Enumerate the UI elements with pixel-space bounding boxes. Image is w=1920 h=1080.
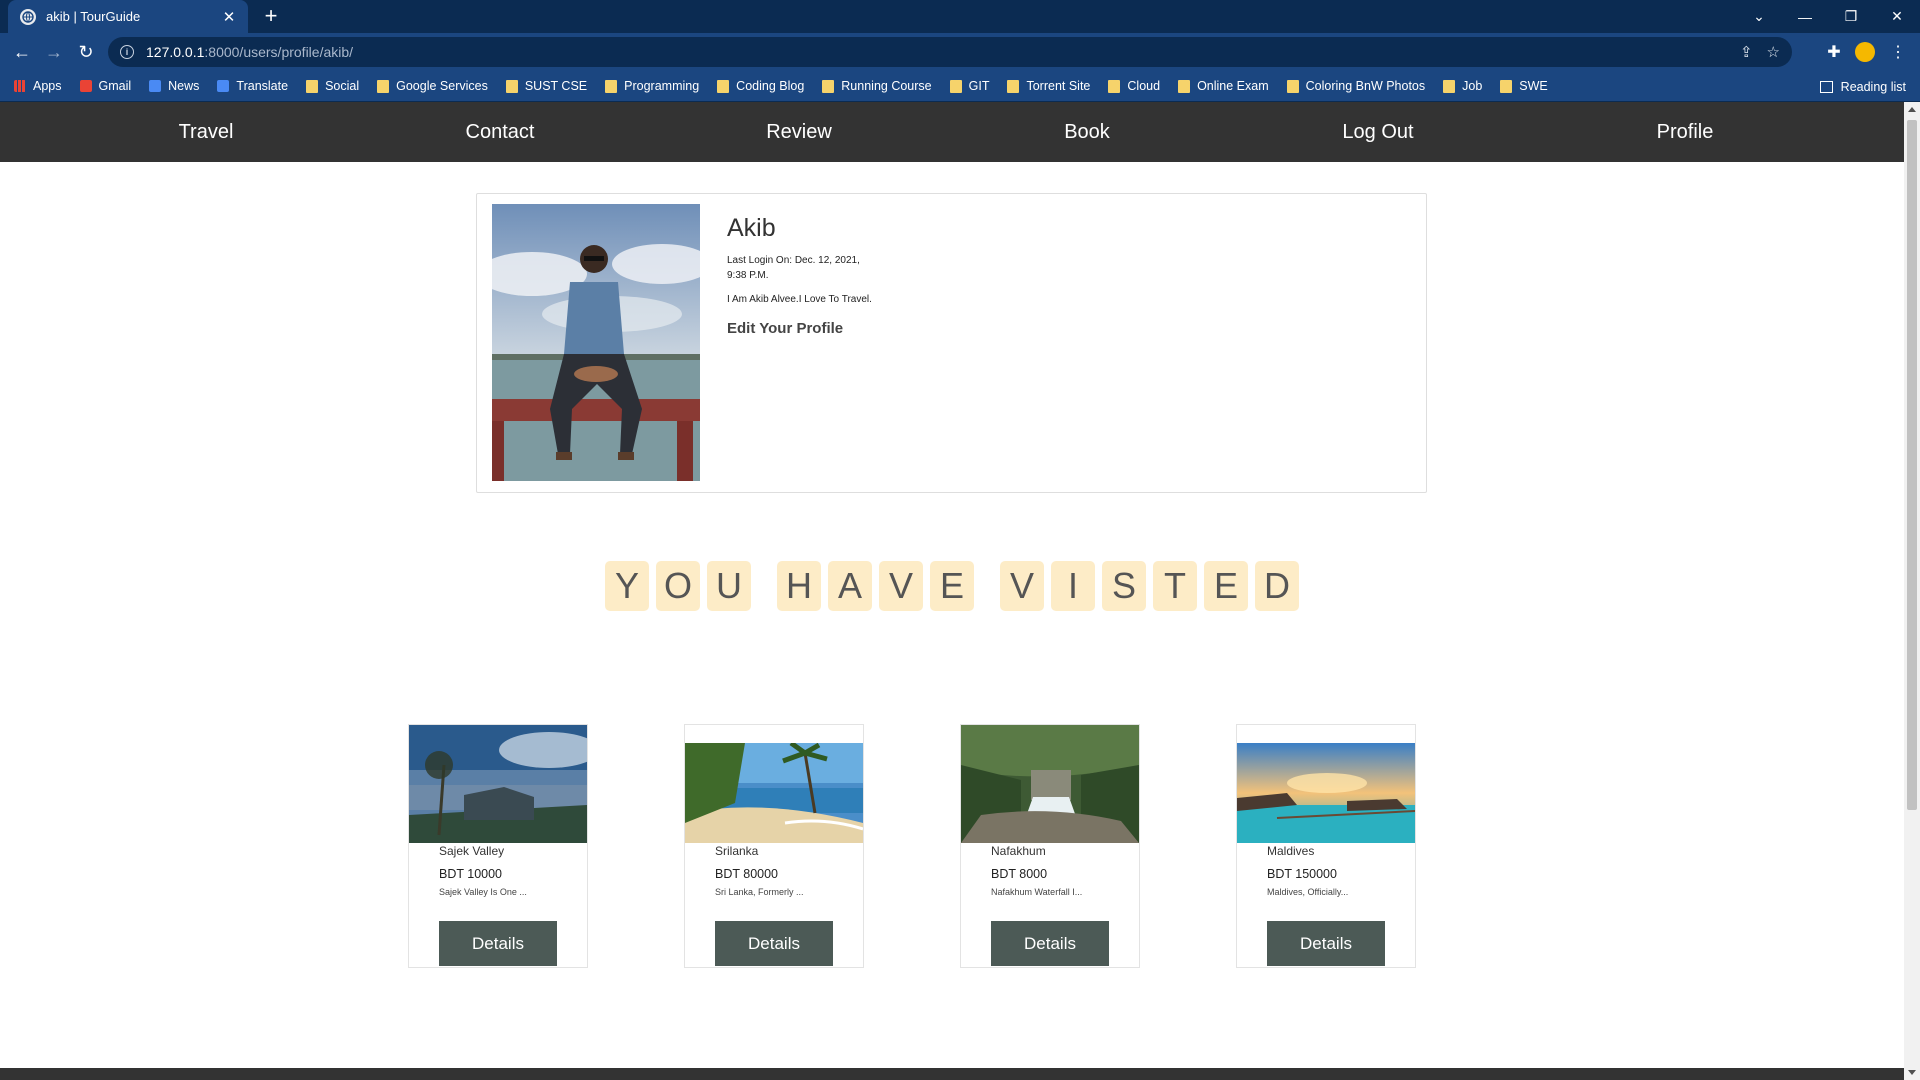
folder-icon	[1108, 79, 1121, 93]
details-button[interactable]: Details	[991, 921, 1109, 966]
visited-destinations: Sajek Valley BDT 10000 Sajek Valley Is O…	[0, 102, 1904, 1080]
chrome-menu-icon[interactable]: ⋮	[1886, 40, 1910, 64]
folder-icon	[1443, 79, 1456, 93]
apps-grid-icon	[14, 80, 26, 92]
bookmark-swe[interactable]: SWE	[1500, 79, 1548, 93]
browser-tabstrip: akib | TourGuide ✕ + ⌄ — ❐ ✕	[0, 0, 1920, 33]
new-tab-button[interactable]: +	[258, 4, 284, 30]
bookmark-online-exam[interactable]: Online Exam	[1178, 79, 1269, 93]
bookmark-coding-blog[interactable]: Coding Blog	[717, 79, 804, 93]
news-icon	[149, 80, 162, 92]
folder-icon	[1007, 79, 1020, 93]
bookmark-sust-cse[interactable]: SUST CSE	[505, 79, 587, 93]
reading-list-button[interactable]: Reading list	[1819, 71, 1906, 102]
destination-photo	[409, 725, 587, 843]
folder-icon	[1286, 79, 1299, 93]
details-button[interactable]: Details	[715, 921, 833, 966]
bookmark-translate[interactable]: Translate	[217, 79, 288, 93]
gmail-icon	[79, 80, 92, 92]
destination-photo	[961, 725, 1139, 843]
folder-icon	[949, 79, 962, 93]
reading-list-icon	[1819, 80, 1833, 93]
destination-price: BDT 10000	[439, 867, 503, 881]
url-text: 127.0.0.1:8000/users/profile/akib/	[146, 44, 354, 60]
bookmark-job[interactable]: Job	[1443, 79, 1482, 93]
folder-icon	[505, 79, 518, 93]
bookmark-cloud[interactable]: Cloud	[1108, 79, 1160, 93]
destination-card: Srilanka BDT 80000 Sri Lanka, Formerly .…	[684, 724, 864, 968]
destination-card: Nafakhum BDT 8000 Nafakhum Waterfall I..…	[960, 724, 1140, 968]
bookmark-gmail[interactable]: Gmail	[79, 79, 131, 93]
footer-bar	[0, 1068, 1904, 1080]
destination-photo	[1237, 743, 1415, 843]
bookmarks-bar: Apps Gmail News Translate Social Google …	[0, 71, 1920, 102]
destination-card: Sajek Valley BDT 10000 Sajek Valley Is O…	[408, 724, 588, 968]
browser-toolbar: ← → ↻ i 127.0.0.1:8000/users/profile/aki…	[0, 33, 1920, 71]
destination-description: Sri Lanka, Formerly ...	[715, 887, 804, 897]
scroll-down-arrow-icon[interactable]	[1908, 1070, 1916, 1075]
tab-close-icon[interactable]: ✕	[220, 8, 238, 26]
bookmark-news[interactable]: News	[149, 79, 199, 93]
folder-icon	[822, 79, 835, 93]
destination-price: BDT 80000	[715, 867, 779, 881]
browser-tab[interactable]: akib | TourGuide ✕	[8, 0, 248, 33]
bookmark-git[interactable]: GIT	[949, 79, 989, 93]
details-button[interactable]: Details	[439, 921, 557, 966]
bookmark-apps[interactable]: Apps	[14, 79, 62, 93]
destination-name: Nafakhum	[991, 844, 1046, 858]
forward-arrow-icon[interactable]: →	[40, 39, 68, 65]
address-bar[interactable]: i 127.0.0.1:8000/users/profile/akib/ ⇪ ☆	[108, 37, 1792, 67]
destination-card: Maldives BDT 150000 Maldives, Officially…	[1236, 724, 1416, 968]
bookmark-programming[interactable]: Programming	[605, 79, 699, 93]
folder-icon	[1500, 79, 1513, 93]
bookmark-social[interactable]: Social	[306, 79, 359, 93]
destination-name: Srilanka	[715, 844, 759, 858]
bookmark-running-course[interactable]: Running Course	[822, 79, 932, 93]
destination-description: Sajek Valley Is One ...	[439, 887, 527, 897]
bookmark-coloring-bnw-photos[interactable]: Coloring BnW Photos	[1286, 79, 1425, 93]
bookmark-google-services[interactable]: Google Services	[377, 79, 488, 93]
bookmark-star-icon[interactable]: ☆	[1767, 43, 1780, 61]
destination-name: Maldives	[1267, 844, 1315, 858]
globe-icon	[20, 8, 36, 25]
destination-description: Maldives, Officially...	[1267, 887, 1349, 897]
folder-icon	[306, 79, 319, 93]
scroll-up-arrow-icon[interactable]	[1908, 107, 1916, 112]
share-icon[interactable]: ⇪	[1740, 43, 1753, 61]
page-viewport: Travel Contact Review Book Log Out Profi…	[0, 102, 1904, 1080]
folder-icon	[1178, 79, 1191, 93]
destination-name: Sajek Valley	[439, 844, 505, 858]
bookmark-torrent-site[interactable]: Torrent Site	[1007, 79, 1090, 93]
minimize-icon[interactable]: —	[1782, 0, 1828, 33]
tab-title: akib | TourGuide	[46, 9, 141, 24]
destination-photo	[685, 743, 863, 843]
destination-price: BDT 150000	[1267, 867, 1337, 881]
folder-icon	[717, 79, 730, 93]
scrollbar-thumb[interactable]	[1907, 120, 1917, 810]
folder-icon	[377, 79, 390, 93]
destination-description: Nafakhum Waterfall I...	[991, 887, 1083, 897]
profile-avatar-icon[interactable]	[1855, 42, 1875, 62]
site-info-icon[interactable]: i	[120, 45, 134, 59]
page-scrollbar[interactable]	[1904, 102, 1920, 1080]
extensions-puzzle-icon[interactable]: ✚	[1822, 40, 1846, 64]
details-button[interactable]: Details	[1267, 921, 1385, 966]
translate-icon	[217, 80, 230, 92]
tab-search-icon[interactable]: ⌄	[1736, 0, 1782, 33]
reload-icon[interactable]: ↻	[72, 39, 100, 65]
restore-icon[interactable]: ❐	[1828, 0, 1874, 33]
back-arrow-icon[interactable]: ←	[8, 39, 36, 65]
destination-price: BDT 8000	[991, 867, 1048, 881]
folder-icon	[605, 79, 618, 93]
window-close-icon[interactable]: ✕	[1874, 0, 1920, 33]
